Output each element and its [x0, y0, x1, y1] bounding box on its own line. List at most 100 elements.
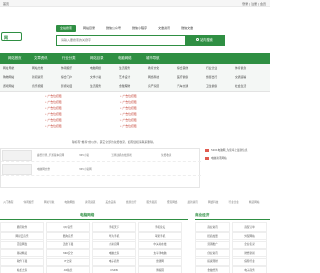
subnav-link[interactable]: 综合门户 — [61, 75, 72, 79]
subnav-link[interactable]: 生活服务 — [90, 84, 101, 88]
tag-link[interactable]: 网络科技 — [208, 200, 218, 204]
listing-cell[interactable]: 电脑网文章 — [37, 167, 50, 171]
listing-cell[interactable]: 魔兽世界_手游版本官网 — [37, 153, 64, 157]
grid-link[interactable]: CSDN — [92, 264, 136, 273]
site-listing: 魔兽世界_手游版本官网 365小说 王牌战机在线游戏 免费收录电脑网文章 365小说网 — [0, 148, 201, 188]
tag-row: 入门教程 休闲娱乐 网址导航 电脑网络 资讯频道 美食美客 旅游出行 服务频道 聚焦网络 最新资讯… — [0, 198, 270, 208]
listing-cell[interactable]: 365小说网 — [79, 167, 92, 171]
news-text: 电脑资讯网站 — [211, 157, 227, 160]
section-divider-right — [195, 219, 270, 220]
nav-item[interactable]: 网站首页 — [8, 53, 22, 64]
search-tab[interactable]: 微信文章 — [177, 25, 197, 32]
subnav-link[interactable]: 行业企业 — [206, 66, 217, 70]
nav-item[interactable]: 网站目录 — [90, 53, 104, 64]
subnav-link[interactable]: 游戏网站 — [3, 84, 14, 88]
section-title-right: 商业经济 — [195, 213, 210, 217]
subnav-link[interactable]: 网络科技 — [148, 75, 159, 79]
subnav-row: 网址导航 网站分类 休闲娱乐 电脑网络 生活服务 教育文化 综合其他 行业企业 体育健身 — [0, 64, 270, 73]
side-news: 5201电脑网_为您奉上最新信息 电脑资讯网站 — [205, 148, 270, 188]
section-divider-left — [0, 219, 188, 220]
tag-link[interactable]: 服务频道 — [147, 200, 157, 204]
listing-cell[interactable]: 免费收录 — [161, 153, 171, 157]
listing-cell[interactable]: 365小说 — [79, 153, 89, 157]
tag-link[interactable]: 美食美客 — [106, 200, 116, 204]
news-badge — [205, 156, 209, 160]
subnav-link[interactable]: 音乐视频 — [32, 84, 43, 88]
home-link[interactable]: 首页 — [3, 2, 9, 6]
subnav-link[interactable]: 旅游出行 — [206, 75, 217, 79]
tag-link[interactable]: 行业企业 — [229, 200, 239, 204]
main-nav: 网站首页 文章资讯 行业分类 网站目录 电脑网络 城市导航 — [0, 53, 270, 64]
search-tab[interactable]: 微信公众号 — [102, 25, 125, 32]
nav-item[interactable]: 文章资讯 — [34, 53, 48, 64]
search-tab[interactable]: 文章资讯 — [154, 25, 174, 32]
grid-link[interactable]: 博客园 — [138, 264, 182, 273]
subnav-link[interactable]: 体育健身 — [235, 66, 246, 70]
nav-item[interactable]: 行业分类 — [62, 53, 76, 64]
subnav-link[interactable]: 网址导航 — [3, 66, 14, 70]
tag-link[interactable]: 聚焦网络 — [167, 200, 177, 204]
subnav-link[interactable]: 教育文化 — [148, 66, 159, 70]
notice-text: 除标有"推荐"的以外，其它全部为免费收录，如有侵权请联系删除。 — [72, 140, 156, 144]
ad-column-left: 广告位招租广告位招租广告位招租广告位招租广告位招租广告位招租 — [45, 94, 125, 130]
search-tab[interactable]: 网站目录 — [79, 25, 99, 32]
news-item[interactable]: 5201电脑网_为您奉上最新信息 — [205, 148, 270, 156]
tag-link[interactable]: 休闲娱乐 — [24, 200, 34, 204]
nav-item[interactable]: 电脑网络 — [118, 53, 132, 64]
listing-row[interactable]: 魔兽世界_手游版本官网 365小说 王牌战机在线游戏 免费收录 — [1, 149, 201, 162]
listing-row[interactable]: 电脑网文章 365小说网 — [1, 163, 201, 176]
subnav-row: 购物网站 新闻资讯 综合门户 文学小说 艺术设计 网络科技 医疗健康 旅游出行 交通运输 — [0, 73, 270, 82]
search-icon — [196, 38, 200, 41]
tag-link[interactable]: 精选网站 — [249, 200, 259, 204]
subnav-link[interactable]: 购物网站 — [3, 75, 14, 79]
grid-link[interactable]: 金融经济 — [195, 264, 230, 273]
logo-text: 网 — [4, 35, 8, 40]
site-thumbnail[interactable] — [2, 150, 32, 161]
ad-slot[interactable]: 广告位招租 — [120, 124, 200, 130]
search-tabs: 全站搜索 网站目录 微信公众号 微信小程序 文章资讯 微信文章 — [56, 25, 197, 32]
tag-link[interactable]: 资讯频道 — [85, 200, 95, 204]
subnav-link[interactable]: 文学小说 — [90, 75, 101, 79]
news-badge — [205, 148, 209, 152]
subnav-link[interactable]: 医疗健康 — [177, 75, 188, 79]
tag-link[interactable]: 网址导航 — [44, 200, 54, 204]
grid-link[interactable]: A5站长 — [46, 264, 90, 273]
search-tab[interactable]: 全站搜索 — [56, 25, 77, 32]
subnav-link[interactable]: 金融理财 — [119, 84, 130, 88]
search-input[interactable] — [61, 36, 181, 44]
subnav-link[interactable]: 房产家居 — [148, 84, 159, 88]
news-item[interactable]: 电脑资讯网站 — [205, 156, 270, 164]
tag-link[interactable]: 入门教程 — [3, 200, 13, 204]
search-box: 站内搜索 — [56, 34, 225, 46]
subnav-link[interactable]: 综合其他 — [177, 66, 188, 70]
subnav-link[interactable]: 影视动漫 — [61, 84, 72, 88]
grid-link[interactable]: 电子商务 — [232, 264, 267, 273]
subnav-link[interactable]: 新闻资讯 — [32, 75, 43, 79]
nav-item[interactable]: 城市导航 — [146, 53, 160, 64]
header: 网 全站搜索网站目录微信公众号微信小程序文章资讯微信文章 站内搜索 — [0, 8, 270, 46]
ad-slot[interactable]: 广告位招租 — [45, 124, 125, 130]
site-thumbnail[interactable] — [2, 164, 32, 175]
search-tab[interactable]: 微信小程序 — [128, 25, 151, 32]
tag-link[interactable]: 电脑网络 — [65, 200, 75, 204]
ad-column-right: 广告位招租广告位招租广告位招租广告位招租广告位招租广告位招租 — [120, 94, 200, 130]
ad-slots: 广告位招租广告位招租广告位招租广告位招租广告位招租广告位招租 广告位招租广告位招… — [0, 92, 270, 138]
subnav-link[interactable]: 卫生健康 — [206, 84, 217, 88]
account-links[interactable]: 登录 | 注册 | 会员 — [242, 2, 266, 6]
site-logo[interactable]: 网 — [1, 32, 22, 41]
section-title-left: 电脑网络 — [80, 213, 95, 217]
subnav-link[interactable]: 休闲娱乐 — [61, 66, 72, 70]
subnav-link[interactable]: 网站分类 — [32, 66, 43, 70]
grid-link[interactable]: 站长之家 — [0, 264, 44, 273]
subnav-link[interactable]: 生活服务 — [119, 66, 130, 70]
subnav-link[interactable]: 电脑网络 — [90, 66, 101, 70]
listing-cell[interactable]: 王牌战机在线游戏 — [111, 153, 132, 157]
subnav-link[interactable]: 社会生活 — [235, 84, 246, 88]
tag-link[interactable]: 旅游出行 — [126, 200, 136, 204]
subnav-link[interactable]: 汽车交通 — [177, 84, 188, 88]
search-button[interactable]: 站内搜索 — [184, 34, 225, 46]
category-subnav: 网址导航 网站分类 休闲娱乐 电脑网络 生活服务 教育文化 综合其他 行业企业 体育健身 购物网站… — [0, 64, 270, 92]
tag-link[interactable]: 最新资讯 — [188, 200, 198, 204]
subnav-link[interactable]: 艺术设计 — [119, 75, 130, 79]
subnav-link[interactable]: 交通运输 — [235, 75, 246, 79]
